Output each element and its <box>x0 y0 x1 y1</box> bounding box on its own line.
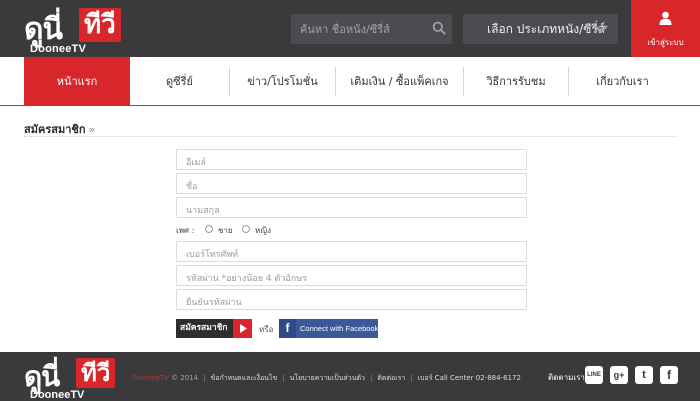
footer-brand: DooneeTV <box>133 374 170 382</box>
footer-logo-latin: DooneeTV <box>30 389 85 401</box>
footer-facebook-icon[interactable]: f <box>660 366 678 384</box>
main-nav: หน้าแรก ดูซีรี่ย์ ข่าว/โปรโมชั่น เติมเงิ… <box>0 57 700 106</box>
nav-item-about[interactable]: เกี่ยวกับเรา <box>568 67 676 96</box>
top-header: ดูนี่ ทีวี DooneeTV เลือก ประเภทหนัง/ซีร… <box>0 0 700 57</box>
title-divider <box>24 136 676 137</box>
email-input[interactable] <box>177 153 526 173</box>
dooneetv-logo[interactable]: ดูนี่ ทีวี DooneeTV <box>24 6 134 55</box>
logo-thai-red: ทีวี <box>79 8 121 42</box>
confirm-password-field <box>176 289 527 313</box>
facebook-icon: f <box>279 319 296 338</box>
name-field <box>176 173 527 197</box>
search-box <box>291 14 452 44</box>
phone-input[interactable] <box>177 245 526 265</box>
nav-item-series[interactable]: ดูซีรี่ย์ <box>130 67 229 96</box>
twitter-icon[interactable]: t <box>635 366 653 384</box>
title-chevron-icon: » <box>88 123 96 136</box>
footer-link-terms[interactable]: ข้อกำหนดและเงื่อนไข <box>210 374 277 382</box>
footer-call-center: เบอร์ Call Center 02-884-6172 <box>417 374 521 382</box>
login-button[interactable]: เข้าสู่ระบบ <box>631 0 700 57</box>
name-input[interactable] <box>177 177 526 197</box>
user-icon <box>659 11 672 25</box>
footer-logo-thai-red: ทีวี <box>76 358 116 388</box>
register-button[interactable]: สมัครสมาชิก <box>176 319 252 338</box>
category-select-label: เลือก ประเภทหนัง/ซีรี่ส์ <box>487 22 606 36</box>
chevron-down-icon <box>594 25 608 34</box>
gender-female-label[interactable]: หญิง <box>255 224 271 237</box>
phone-field <box>176 241 527 265</box>
search-icon[interactable] <box>432 21 446 35</box>
footer-link-privacy[interactable]: นโยบายความเป็นส่วนตัว <box>290 374 365 382</box>
play-icon <box>233 319 252 338</box>
line-icon[interactable]: LINE <box>585 366 603 384</box>
google-plus-icon[interactable]: g+ <box>610 366 628 384</box>
category-select[interactable]: เลือก ประเภทหนัง/ซีรี่ส์ <box>463 14 618 44</box>
password-field <box>176 265 527 289</box>
search-input[interactable] <box>291 14 429 44</box>
facebook-connect-button[interactable]: f Connect with Facebook <box>279 319 378 338</box>
confirm-password-input[interactable] <box>177 293 526 313</box>
gender-male-radio[interactable] <box>205 225 213 233</box>
facebook-connect-label: Connect with Facebook <box>300 324 379 333</box>
lastname-input[interactable] <box>177 201 526 221</box>
page-title-text: สมัครสมาชิก <box>24 123 86 136</box>
footer-copyright: © 2014 <box>171 374 199 382</box>
footer-links: DooneeTV © 2014 | ข้อกำหนดและเงื่อนไข | นโยบา… <box>133 374 521 382</box>
nav-item-howto[interactable]: วิธีการรับชม <box>463 67 568 96</box>
login-label: เข้าสู่ระบบ <box>647 38 684 47</box>
gender-label: เพศ : <box>176 226 195 235</box>
lastname-field <box>176 197 527 221</box>
footer-link-contact[interactable]: ติดต่อเรา <box>377 374 405 382</box>
footer-logo[interactable]: ดูนี่ ทีวี DooneeTV <box>24 357 134 401</box>
gender-male-label[interactable]: ชาย <box>218 224 233 237</box>
register-button-label: สมัครสมาชิก <box>180 323 228 333</box>
nav-item-news[interactable]: ข่าว/โปรโมชั่น <box>229 67 335 96</box>
gender-female-radio[interactable] <box>242 225 250 233</box>
password-input[interactable] <box>177 269 526 289</box>
nav-item-home[interactable]: หน้าแรก <box>24 57 130 106</box>
nav-item-topup[interactable]: เติมเงิน / ซื้อแพ็คเกจ <box>335 67 463 96</box>
follow-us-label: ติดตามเรา <box>548 373 585 382</box>
logo-latin: DooneeTV <box>30 43 86 55</box>
email-field <box>176 149 527 173</box>
or-label: หรือ <box>259 325 274 334</box>
